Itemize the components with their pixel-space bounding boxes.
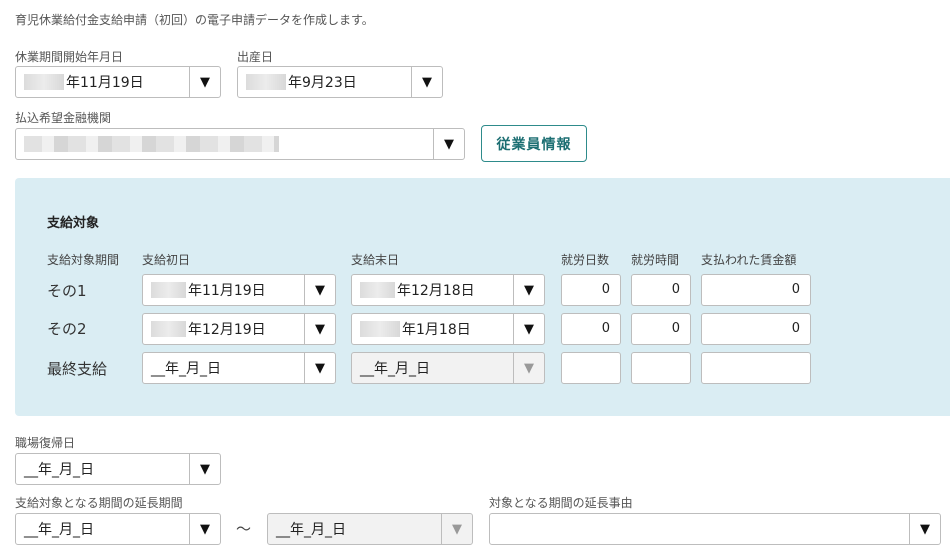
- row1-start-select[interactable]: 年11月19日 ▼: [142, 274, 336, 306]
- chevron-down-icon[interactable]: ▼: [304, 353, 335, 383]
- redacted-bank: [24, 136, 279, 152]
- row3-work-days-input[interactable]: [561, 352, 621, 384]
- row2-work-days-input[interactable]: 0: [561, 313, 621, 345]
- chevron-down-icon[interactable]: ▼: [189, 514, 220, 544]
- row3-end-select: __年_月_日 ▼: [351, 352, 545, 384]
- extension-label: 支給対象となる期間の延長期間: [15, 496, 183, 510]
- redacted-year: [151, 282, 186, 298]
- row3-work-hours-input[interactable]: [631, 352, 691, 384]
- row-label: その2: [47, 320, 87, 338]
- chevron-down-icon[interactable]: ▼: [513, 275, 544, 305]
- panel-title: 支給対象: [47, 216, 100, 231]
- chevron-down-icon[interactable]: ▼: [411, 67, 442, 97]
- row3-wages-input[interactable]: [701, 352, 811, 384]
- header-work-days: 就労日数: [561, 253, 610, 267]
- chevron-down-icon[interactable]: ▼: [433, 129, 464, 159]
- chevron-down-icon: ▼: [441, 514, 472, 544]
- chevron-down-icon[interactable]: ▼: [513, 314, 544, 344]
- row2-start-select[interactable]: 年12月19日 ▼: [142, 313, 336, 345]
- redacted-year: [360, 282, 395, 298]
- extension-reason-select[interactable]: ▼: [489, 513, 941, 545]
- row1-wages-input[interactable]: 0: [701, 274, 811, 306]
- extension-reason-label: 対象となる期間の延長事由: [489, 496, 633, 510]
- chevron-down-icon[interactable]: ▼: [304, 314, 335, 344]
- extension-to-select: __年_月_日 ▼: [267, 513, 473, 545]
- redacted-year: [151, 321, 186, 337]
- row3-start-select[interactable]: __年_月_日 ▼: [142, 352, 336, 384]
- header-wages: 支払われた賃金額: [701, 253, 797, 267]
- birth-date-label: 出産日: [237, 50, 274, 64]
- row-label: その1: [47, 282, 87, 300]
- header-work-hours: 就労時間: [631, 253, 680, 267]
- employee-info-button[interactable]: 従業員情報: [481, 125, 587, 162]
- row2-end-select[interactable]: 年1月18日 ▼: [351, 313, 545, 345]
- redacted-year: [24, 74, 64, 90]
- leave-start-value: 年11月19日: [66, 75, 144, 91]
- chevron-down-icon[interactable]: ▼: [909, 514, 940, 544]
- chevron-down-icon[interactable]: ▼: [189, 454, 220, 484]
- bank-select[interactable]: ▼: [15, 128, 465, 160]
- row2-wages-input[interactable]: 0: [701, 313, 811, 345]
- leave-start-label: 休業期間開始年月日: [15, 50, 124, 64]
- range-separator: ～: [236, 520, 252, 538]
- chevron-down-icon[interactable]: ▼: [304, 275, 335, 305]
- birth-date-select[interactable]: 年9月23日 ▼: [237, 66, 443, 98]
- redacted-year: [360, 321, 400, 337]
- bank-label: 払込希望金融機関: [15, 111, 112, 125]
- leave-start-select[interactable]: 年11月19日 ▼: [15, 66, 221, 98]
- header-period: 支給対象期間: [47, 253, 120, 267]
- return-date-select[interactable]: __年_月_日 ▼: [15, 453, 221, 485]
- chevron-down-icon[interactable]: ▼: [189, 67, 220, 97]
- header-end: 支給末日: [351, 253, 400, 267]
- birth-date-value: 年9月23日: [288, 75, 357, 91]
- header-start: 支給初日: [142, 253, 191, 267]
- page-description: 育児休業給付金支給申請（初回）の電子申請データを作成します。: [15, 13, 374, 27]
- bank-value: [16, 136, 433, 152]
- row1-end-select[interactable]: 年12月18日 ▼: [351, 274, 545, 306]
- return-date-label: 職場復帰日: [15, 436, 76, 450]
- row1-work-hours-input[interactable]: 0: [631, 274, 691, 306]
- chevron-down-icon: ▼: [513, 353, 544, 383]
- row-label: 最終支給: [47, 360, 108, 378]
- row2-work-hours-input[interactable]: 0: [631, 313, 691, 345]
- redacted-year: [246, 74, 286, 90]
- row1-work-days-input[interactable]: 0: [561, 274, 621, 306]
- extension-from-select[interactable]: __年_月_日 ▼: [15, 513, 221, 545]
